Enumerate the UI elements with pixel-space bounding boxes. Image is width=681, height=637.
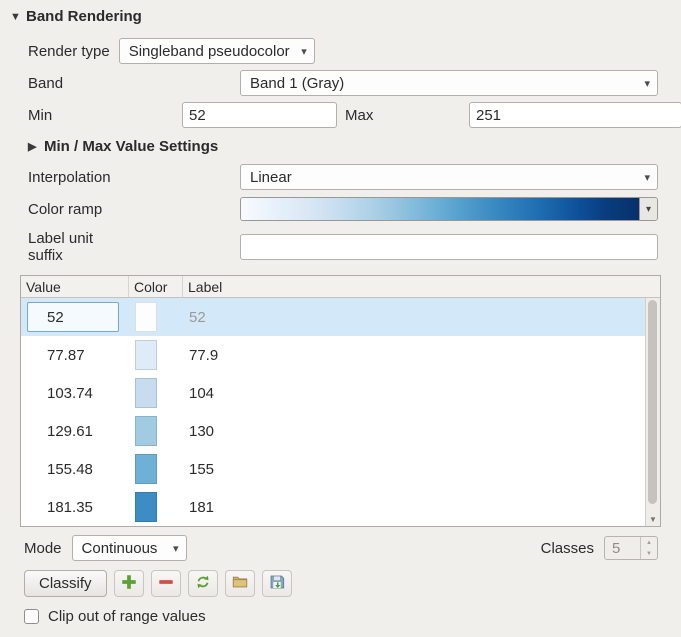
band-value: Band 1 (Gray) xyxy=(250,75,638,92)
add-entry-button[interactable] xyxy=(114,570,144,597)
classes-spinner: ▲ ▼ xyxy=(604,536,658,560)
row-label[interactable]: 181 xyxy=(183,499,646,516)
minmax-settings-header[interactable]: ▶ Min / Max Value Settings xyxy=(28,138,658,155)
expander-collapsed-icon[interactable]: ▶ xyxy=(28,140,44,153)
min-input[interactable] xyxy=(182,102,337,128)
row-label[interactable]: 52 xyxy=(183,309,646,326)
classify-button[interactable]: Classify xyxy=(24,570,107,597)
band-label: Band xyxy=(28,75,240,92)
spin-down-icon: ▼ xyxy=(641,548,657,559)
folder-icon xyxy=(231,573,249,594)
value-editor-input[interactable] xyxy=(27,302,119,332)
row-label[interactable]: 130 xyxy=(183,423,646,440)
render-type-label: Render type xyxy=(28,43,110,60)
column-header-color[interactable]: Color xyxy=(129,276,183,297)
band-select[interactable]: Band 1 (Gray) ▾ xyxy=(240,70,658,96)
render-type-select[interactable]: Singleband pseudocolor ▾ xyxy=(119,38,315,64)
mode-select[interactable]: Continuous ▾ xyxy=(72,535,187,561)
minus-icon xyxy=(157,573,175,594)
table-row[interactable]: 77.87 77.9 xyxy=(21,336,646,374)
chevron-down-icon: ▾ xyxy=(173,542,179,555)
chevron-down-icon: ▾ xyxy=(646,204,651,215)
classes-input xyxy=(605,537,640,559)
load-color-map-button[interactable] xyxy=(225,570,255,597)
color-swatch[interactable] xyxy=(135,302,157,332)
color-map-table: Value Color Label 52 77.87 77.9 103.74 1… xyxy=(20,275,661,527)
row-label[interactable]: 104 xyxy=(183,385,646,402)
table-body: 52 77.87 77.9 103.74 104 129.61 130 155.… xyxy=(21,298,646,526)
color-swatch[interactable] xyxy=(135,416,157,446)
row-value[interactable]: 103.74 xyxy=(21,385,129,402)
row-value[interactable]: 77.87 xyxy=(21,347,129,364)
max-label: Max xyxy=(345,107,469,124)
save-color-map-button[interactable] xyxy=(262,570,292,597)
row-value[interactable]: 129.61 xyxy=(21,423,129,440)
min-label: Min xyxy=(28,107,182,124)
label-unit-suffix-input[interactable] xyxy=(240,234,658,260)
table-row[interactable]: 155.48 155 xyxy=(21,450,646,488)
scrollbar-down-arrow-icon[interactable]: ▼ xyxy=(646,515,660,524)
color-ramp-gradient[interactable] xyxy=(241,198,639,220)
row-value[interactable]: 181.35 xyxy=(21,499,129,516)
color-ramp-label: Color ramp xyxy=(28,201,240,218)
refresh-arrows-icon xyxy=(194,573,212,594)
color-swatch[interactable] xyxy=(135,454,157,484)
chevron-down-icon: ▾ xyxy=(644,77,650,90)
color-swatch[interactable] xyxy=(135,492,157,522)
minmax-settings-title: Min / Max Value Settings xyxy=(44,138,218,155)
table-row[interactable]: 103.74 104 xyxy=(21,374,646,412)
interpolation-label: Interpolation xyxy=(28,169,240,186)
interpolation-value: Linear xyxy=(250,169,638,186)
sort-refresh-button[interactable] xyxy=(188,570,218,597)
classes-label: Classes xyxy=(541,540,594,557)
render-type-value: Singleband pseudocolor xyxy=(129,43,295,60)
table-row[interactable]: 52 xyxy=(21,298,646,336)
chevron-down-icon: ▾ xyxy=(644,171,650,184)
row-label[interactable]: 77.9 xyxy=(183,347,646,364)
table-row[interactable]: 129.61 130 xyxy=(21,412,646,450)
clip-checkbox-label: Clip out of range values xyxy=(48,608,206,625)
section-title: Band Rendering xyxy=(26,8,142,25)
vertical-scrollbar[interactable]: ▼ xyxy=(645,298,660,526)
plus-icon xyxy=(120,573,138,594)
label-unit-suffix-label: Label unit suffix xyxy=(28,230,240,265)
table-row[interactable]: 181.35 181 xyxy=(21,488,646,526)
save-disk-icon xyxy=(268,573,286,594)
table-header: Value Color Label xyxy=(21,276,660,298)
color-ramp-button[interactable]: ▾ xyxy=(240,197,658,221)
band-rendering-panel: ▼ Band Rendering Render type Singleband … xyxy=(0,0,681,637)
clip-out-of-range-row[interactable]: Clip out of range values xyxy=(24,608,681,625)
max-input[interactable] xyxy=(469,102,681,128)
row-value[interactable]: 155.48 xyxy=(21,461,129,478)
scrollbar-thumb[interactable] xyxy=(648,300,657,504)
column-header-label[interactable]: Label xyxy=(183,276,660,297)
remove-entry-button[interactable] xyxy=(151,570,181,597)
chevron-down-icon: ▾ xyxy=(301,45,307,58)
mode-value: Continuous xyxy=(82,540,167,557)
expander-open-icon[interactable]: ▼ xyxy=(10,11,26,23)
band-rendering-header[interactable]: ▼ Band Rendering xyxy=(0,8,681,25)
row-label[interactable]: 155 xyxy=(183,461,646,478)
mode-label: Mode xyxy=(24,540,62,557)
clip-checkbox[interactable] xyxy=(24,609,39,624)
spin-up-icon: ▲ xyxy=(641,537,657,548)
color-ramp-dropdown-arrow[interactable]: ▾ xyxy=(639,198,657,220)
color-swatch[interactable] xyxy=(135,340,157,370)
interpolation-select[interactable]: Linear ▾ xyxy=(240,164,658,190)
column-header-value[interactable]: Value xyxy=(21,276,129,297)
color-swatch[interactable] xyxy=(135,378,157,408)
